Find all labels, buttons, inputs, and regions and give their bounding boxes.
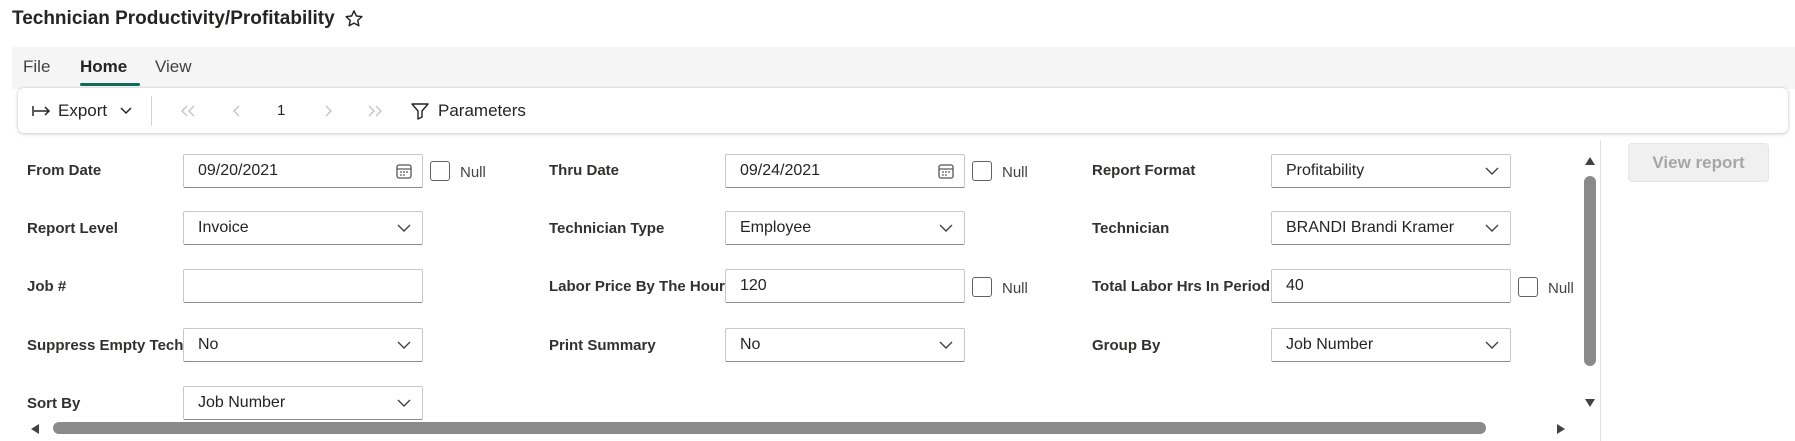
last-page-icon bbox=[368, 105, 382, 116]
total-labor-hrs-label: Total Labor Hrs In Period bbox=[1092, 278, 1271, 295]
first-page-icon bbox=[181, 105, 195, 116]
scroll-down-icon[interactable] bbox=[1584, 398, 1596, 408]
report-format-select[interactable]: Profitability bbox=[1271, 154, 1511, 188]
first-page-button[interactable] bbox=[180, 88, 196, 133]
chevron-down-icon bbox=[928, 340, 964, 350]
sort-by-select[interactable]: Job Number bbox=[183, 386, 423, 420]
tab-file[interactable]: File bbox=[23, 57, 50, 77]
from-date-label: From Date bbox=[27, 162, 102, 179]
from-date-null-checkbox[interactable] bbox=[430, 161, 450, 181]
view-report-button[interactable]: View report bbox=[1628, 143, 1769, 182]
report-level-label: Report Level bbox=[27, 220, 118, 237]
parameters-panel: From Date 09/20/2021 Null Thru Date 09/2… bbox=[12, 140, 1594, 425]
group-by-value: Job Number bbox=[1286, 336, 1374, 353]
vertical-scroll-thumb[interactable] bbox=[1584, 176, 1596, 366]
chevron-down-icon bbox=[1474, 223, 1510, 233]
chevron-down-icon bbox=[928, 223, 964, 233]
toolbar-separator bbox=[151, 96, 152, 126]
star-icon[interactable] bbox=[343, 8, 365, 30]
export-label: Export bbox=[58, 100, 108, 120]
from-date-null-label: Null bbox=[460, 164, 486, 181]
report-title: Technician Productivity/Profitability bbox=[12, 8, 365, 30]
calendar-icon[interactable] bbox=[928, 162, 964, 180]
scroll-up-icon[interactable] bbox=[1584, 156, 1596, 166]
labor-price-input[interactable]: 120 bbox=[725, 269, 965, 303]
from-date-input[interactable]: 09/20/2021 bbox=[183, 154, 423, 188]
job-number-label: Job # bbox=[27, 278, 67, 295]
group-by-label: Group By bbox=[1092, 337, 1161, 354]
next-page-icon bbox=[325, 105, 332, 116]
active-tab-indicator bbox=[80, 83, 140, 86]
last-page-button[interactable] bbox=[367, 88, 383, 133]
labor-price-null-checkbox[interactable] bbox=[972, 277, 992, 297]
page-title: Technician Productivity/Profitability bbox=[12, 8, 335, 29]
export-button[interactable]: Export bbox=[32, 88, 133, 133]
from-date-value: 09/20/2021 bbox=[198, 162, 279, 179]
vertical-scrollbar[interactable] bbox=[1581, 148, 1597, 416]
page-number[interactable]: 1 bbox=[277, 88, 285, 133]
chevron-down-icon bbox=[386, 223, 422, 233]
suppress-empty-tech-label: Suppress Empty Tech bbox=[27, 337, 184, 354]
technician-value: BRANDI Brandi Kramer bbox=[1286, 219, 1455, 236]
next-page-button[interactable] bbox=[323, 88, 333, 133]
chevron-down-icon bbox=[386, 398, 422, 408]
chevron-down-icon bbox=[1474, 166, 1510, 176]
labor-price-label: Labor Price By The Hour bbox=[549, 278, 725, 295]
thru-date-value: 09/24/2021 bbox=[740, 162, 821, 179]
labor-price-null-label: Null bbox=[1002, 280, 1028, 297]
parameters-label: Parameters bbox=[438, 100, 526, 120]
total-labor-hrs-null-checkbox[interactable] bbox=[1518, 277, 1538, 297]
calendar-icon[interactable] bbox=[386, 162, 422, 180]
technician-type-select[interactable]: Employee bbox=[725, 211, 965, 245]
panel-divider bbox=[1600, 140, 1601, 441]
horizontal-scroll-thumb[interactable] bbox=[53, 422, 1486, 434]
job-number-input[interactable] bbox=[183, 269, 423, 303]
total-labor-hrs-value: 40 bbox=[1286, 277, 1304, 294]
total-labor-hrs-input[interactable]: 40 bbox=[1271, 269, 1511, 303]
technician-type-value: Employee bbox=[740, 219, 812, 236]
horizontal-scrollbar[interactable] bbox=[28, 420, 1584, 436]
technician-select[interactable]: BRANDI Brandi Kramer bbox=[1271, 211, 1511, 245]
tab-view[interactable]: View bbox=[155, 57, 192, 77]
total-labor-hrs-null-label: Null bbox=[1548, 280, 1574, 297]
ribbon-tabs: File Home View bbox=[12, 47, 1795, 89]
technician-type-label: Technician Type bbox=[549, 220, 665, 237]
report-format-label: Report Format bbox=[1092, 162, 1196, 179]
previous-page-icon bbox=[233, 105, 240, 116]
technician-label: Technician bbox=[1092, 220, 1170, 237]
print-summary-select[interactable]: No bbox=[725, 328, 965, 362]
suppress-empty-tech-select[interactable]: No bbox=[183, 328, 423, 362]
tab-home[interactable]: Home bbox=[80, 57, 127, 77]
thru-date-null-checkbox[interactable] bbox=[972, 161, 992, 181]
thru-date-label: Thru Date bbox=[549, 162, 620, 179]
previous-page-button[interactable] bbox=[232, 88, 242, 133]
report-level-select[interactable]: Invoice bbox=[183, 211, 423, 245]
chevron-down-icon bbox=[1474, 340, 1510, 350]
report-format-value: Profitability bbox=[1286, 162, 1365, 179]
print-summary-value: No bbox=[740, 336, 761, 353]
report-level-value: Invoice bbox=[198, 219, 249, 236]
print-summary-label: Print Summary bbox=[549, 337, 656, 354]
filter-icon bbox=[411, 102, 429, 120]
chevron-down-icon bbox=[386, 340, 422, 350]
chevron-down-icon bbox=[120, 106, 132, 114]
suppress-empty-tech-value: No bbox=[198, 336, 219, 353]
group-by-select[interactable]: Job Number bbox=[1271, 328, 1511, 362]
scroll-right-icon[interactable] bbox=[1556, 423, 1566, 435]
labor-price-value: 120 bbox=[740, 277, 767, 294]
scroll-left-icon[interactable] bbox=[30, 423, 40, 435]
thru-date-input[interactable]: 09/24/2021 bbox=[725, 154, 965, 188]
thru-date-null-label: Null bbox=[1002, 164, 1028, 181]
sort-by-label: Sort By bbox=[27, 395, 81, 412]
parameters-button[interactable]: Parameters bbox=[410, 88, 526, 133]
export-icon bbox=[32, 105, 51, 116]
report-toolbar: Export 1 Parameters bbox=[18, 88, 1788, 133]
sort-by-value: Job Number bbox=[198, 394, 286, 411]
